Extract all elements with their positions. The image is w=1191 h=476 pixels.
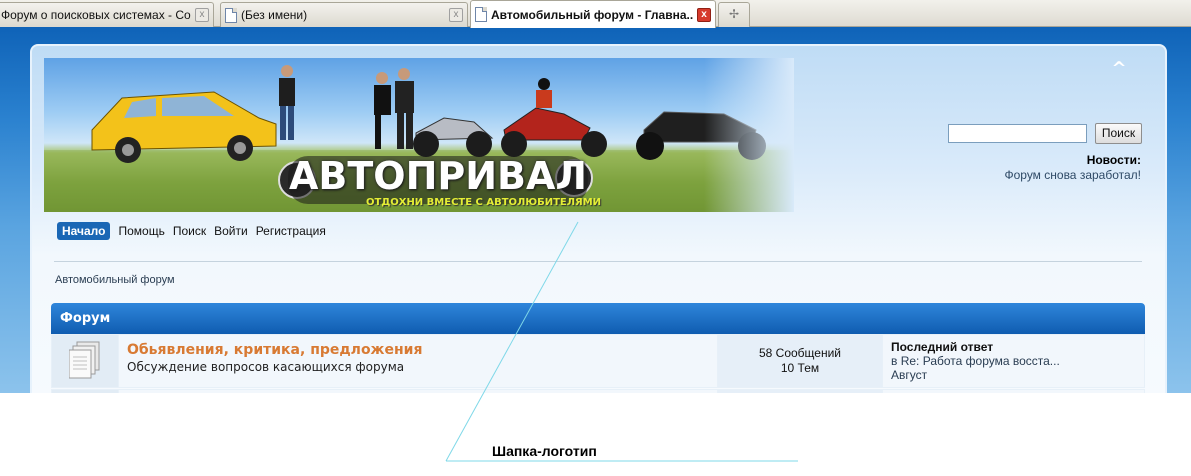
motorcycle-illustration [413, 78, 766, 160]
board-row [51, 389, 1145, 393]
board-topics-count: 10 Тем [780, 361, 820, 375]
board-main-cell: Обьявления, критика, предложения Обсужде… [119, 335, 717, 387]
last-post-link[interactable]: в Re: Работа форума восста... [891, 354, 1144, 368]
new-tab-button[interactable]: ✢ [718, 2, 750, 27]
search-input[interactable] [948, 124, 1087, 143]
search-button[interactable]: Поиск [1095, 123, 1142, 144]
plus-icon: ✢ [728, 7, 740, 21]
collapse-header-icon[interactable]: ^ [1109, 60, 1129, 78]
main-menu: Начало Помощь Поиск Войти Регистрация [57, 221, 326, 241]
forum-section-header: Форум [51, 303, 1145, 334]
browser-tab-3[interactable]: Автомобильный форум - Главна... x [470, 0, 716, 28]
board-description: Обсуждение вопросов касающихся форума [127, 360, 405, 374]
header-banner: АВТОПРИВАЛ ОТДОХНИ ВМЕСТЕ С АВТОЛЮБИТЕЛЯ… [44, 58, 794, 212]
browser-tab-2[interactable]: (Без имени) x [220, 2, 468, 27]
tab-title: Форум о поисковых системах - Созда... [1, 8, 191, 22]
board-icon-cell [52, 335, 118, 387]
forum-wrapper: ^ АВТОПРИВАЛ ОТДОХНИ ВМЕСТЕ С АВТОЛЮБИТЕ… [30, 44, 1167, 393]
board-last-post-cell [883, 390, 1144, 393]
breadcrumb[interactable]: Автомобильный форум [55, 274, 175, 286]
menu-item-home[interactable]: Начало [57, 222, 111, 240]
tab-title: (Без имени) [241, 8, 308, 22]
person-illustration [279, 65, 295, 140]
header-divider [54, 261, 1142, 262]
board-posts-count: 58 Сообщений [758, 346, 841, 360]
people-illustration [374, 68, 414, 149]
board-icon-cell [52, 390, 118, 393]
board-row: Обьявления, критика, предложения Обсужде… [51, 334, 1145, 388]
page-viewport: ^ АВТОПРИВАЛ ОТДОХНИ ВМЕСТЕ С АВТОЛЮБИТЕ… [0, 27, 1191, 393]
close-icon[interactable]: x [697, 7, 711, 22]
board-main-cell [119, 390, 717, 393]
board-stats-cell [718, 390, 882, 393]
board-documents-icon [69, 341, 100, 379]
board-stats-cell: 58 Сообщений 10 Тем [718, 335, 882, 387]
site-logo-text[interactable]: АВТОПРИВАЛ [289, 154, 587, 198]
board-last-post-cell: Последний ответ в Re: Работа форума восс… [883, 335, 1144, 387]
menu-item-search[interactable]: Поиск [173, 224, 206, 238]
page-icon [475, 7, 487, 22]
menu-item-login[interactable]: Войти [214, 224, 248, 238]
menu-item-register[interactable]: Регистрация [256, 224, 326, 238]
last-post-title: Последний ответ [891, 340, 994, 354]
board-name-link[interactable]: Обьявления, критика, предложения [127, 342, 717, 358]
menu-item-help[interactable]: Помощь [118, 224, 164, 238]
close-icon[interactable]: x [195, 8, 209, 22]
page-icon [225, 7, 237, 23]
last-post-date: Август [891, 368, 928, 382]
browser-tab-1[interactable]: Форум о поисковых системах - Созда... x [0, 2, 214, 27]
site-slogan: ОТДОХНИ ВМЕСТЕ С АВТОЛЮБИТЕЛЯМИ [366, 197, 602, 208]
news-text: Форум снова заработал! [1004, 168, 1141, 182]
tab-title: Автомобильный форум - Главна... [491, 7, 693, 22]
browser-tab-bar: Форум о поисковых системах - Созда... x … [0, 0, 1191, 28]
news-title: Новости: [1086, 153, 1141, 167]
annotation-label: Шапка-логотип [492, 443, 597, 459]
close-icon[interactable]: x [449, 8, 463, 22]
